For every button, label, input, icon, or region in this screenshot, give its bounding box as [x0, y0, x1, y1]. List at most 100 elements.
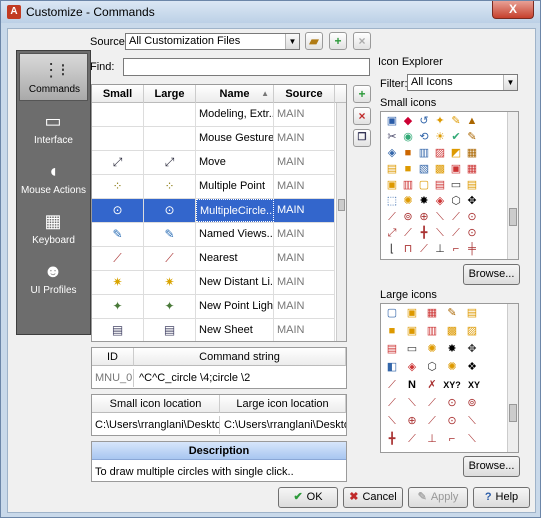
- icon-tile[interactable]: ■: [401, 146, 415, 160]
- icon-tile[interactable]: ⟋: [417, 242, 431, 256]
- table-row[interactable]: ⁘ ⁘ Multiple Point MAIN: [92, 175, 335, 199]
- icon-tile[interactable]: ☀: [433, 130, 447, 144]
- table-row[interactable]: ▤ ▤ New Sheet MAIN: [92, 319, 335, 341]
- icon-tile[interactable]: ▩: [433, 162, 447, 176]
- id-value[interactable]: MNU_0: [92, 369, 134, 387]
- large-icons-scrollbar[interactable]: [507, 304, 518, 452]
- icon-tile[interactable]: ◉: [401, 130, 415, 144]
- icon-tile[interactable]: ✦: [433, 114, 447, 128]
- chevron-down-icon[interactable]: ▼: [503, 75, 517, 90]
- icon-tile[interactable]: ⟍: [433, 210, 447, 224]
- scrollbar-thumb[interactable]: [509, 404, 517, 422]
- apply-button[interactable]: ✎ Apply: [408, 487, 468, 508]
- nav-item-commands[interactable]: ⋮⁝ Commands: [19, 53, 88, 101]
- icon-tile[interactable]: ▦: [465, 146, 479, 160]
- icon-tile[interactable]: ◩: [449, 146, 463, 160]
- icon-tile[interactable]: ▨: [433, 146, 447, 160]
- close-button[interactable]: X: [492, 1, 534, 19]
- icon-tile[interactable]: ✸: [445, 342, 459, 356]
- command-string-value[interactable]: ^C^C_circle \4;circle \2: [136, 369, 346, 387]
- icon-tile[interactable]: ▤: [465, 178, 479, 192]
- icon-tile[interactable]: ⟍: [465, 414, 479, 428]
- delete-command-button[interactable]: ×: [353, 107, 371, 125]
- icon-tile[interactable]: ⟋: [385, 396, 399, 410]
- open-file-button[interactable]: ▰: [305, 32, 323, 50]
- icon-tile[interactable]: ⟋: [405, 432, 419, 446]
- icon-tile[interactable]: ⊕: [405, 414, 419, 428]
- icon-tile[interactable]: ■: [401, 162, 415, 176]
- icon-tile[interactable]: ▥: [417, 146, 431, 160]
- icon-tile[interactable]: ⌊: [385, 242, 399, 256]
- large-icons-grid[interactable]: ▢ ▣ ▦ ✎ ▤ ■ ▣ ▥ ▩ ▨ ▤ ▭ ✺ ✸ ✥ ◧ ◈ ⬡ ✺ ❖ …: [380, 303, 519, 453]
- icon-tile[interactable]: ⊙: [465, 226, 479, 240]
- table-row-selected[interactable]: ⊙ ⊙ MultipleCircle... MAIN: [92, 199, 335, 223]
- description-value[interactable]: To draw multiple circles with single cli…: [92, 463, 346, 481]
- icon-tile[interactable]: N: [405, 378, 419, 392]
- icon-tile[interactable]: ▢: [417, 178, 431, 192]
- icon-tile[interactable]: ▤: [465, 306, 479, 320]
- icon-tile[interactable]: ⟍: [385, 414, 399, 428]
- icon-tile[interactable]: ⬡: [425, 360, 439, 374]
- ok-button[interactable]: ✔ OK: [278, 487, 338, 508]
- add-file-button[interactable]: +: [329, 32, 347, 50]
- chevron-down-icon[interactable]: ▼: [285, 34, 299, 49]
- small-icons-grid[interactable]: ▣ ◆ ↺ ✦ ✎ ▲ ✂ ◉ ⟲ ☀ ✔ ✎ ◈ ■ ▥ ▨ ◩ ▦ ▤ ■ …: [380, 111, 519, 260]
- icon-tile[interactable]: ▥: [425, 324, 439, 338]
- icon-tile[interactable]: ✥: [465, 194, 479, 208]
- icon-tile[interactable]: ▣: [405, 306, 419, 320]
- icon-tile[interactable]: ⊓: [401, 242, 415, 256]
- icon-tile[interactable]: ▨: [465, 324, 479, 338]
- icon-tile[interactable]: ⊙: [445, 396, 459, 410]
- icon-tile[interactable]: ▤: [385, 162, 399, 176]
- icon-tile[interactable]: ✗: [425, 378, 439, 392]
- icon-tile[interactable]: ▧: [417, 162, 431, 176]
- icon-tile[interactable]: ✎: [449, 114, 463, 128]
- table-row[interactable]: ✦ ✦ New Point Light MAIN: [92, 295, 335, 319]
- col-header-source[interactable]: Source: [274, 85, 335, 103]
- icon-tile[interactable]: ⤢: [385, 226, 399, 240]
- icon-tile[interactable]: ⟋: [385, 210, 399, 224]
- icon-tile[interactable]: ⟋: [401, 226, 415, 240]
- table-row[interactable]: Mouse Gestures MAIN: [92, 127, 335, 151]
- table-row[interactable]: ⤢ ⤢ Move MAIN: [92, 151, 335, 175]
- icon-tile[interactable]: ◈: [433, 194, 447, 208]
- icon-tile[interactable]: ▣: [449, 162, 463, 176]
- icon-tile[interactable]: ⊚: [401, 210, 415, 224]
- icon-tile[interactable]: ⟋: [425, 396, 439, 410]
- nav-item-mouse-actions[interactable]: ◖ Mouse Actions: [19, 155, 88, 203]
- table-row[interactable]: ✷ ✷ New Distant Li... MAIN: [92, 271, 335, 295]
- icon-tile[interactable]: ⌐: [449, 242, 463, 256]
- nav-item-keyboard[interactable]: ▦ Keyboard: [19, 205, 88, 253]
- icon-tile[interactable]: ⌐: [445, 432, 459, 446]
- xy-icon[interactable]: XY?: [443, 378, 461, 392]
- icon-tile[interactable]: ▤: [433, 178, 447, 192]
- icon-tile[interactable]: ⟍: [465, 432, 479, 446]
- icon-tile[interactable]: ⬡: [449, 194, 463, 208]
- icon-tile[interactable]: ■: [385, 324, 399, 338]
- icon-tile[interactable]: ⟋: [385, 378, 399, 392]
- icon-tile[interactable]: ▢: [385, 306, 399, 320]
- table-row[interactable]: ✎ ✎ Named Views... MAIN: [92, 223, 335, 247]
- icon-tile[interactable]: ✎: [465, 130, 479, 144]
- col-header-large[interactable]: Large: [144, 85, 196, 103]
- icon-tile[interactable]: ⊙: [465, 210, 479, 224]
- icon-tile[interactable]: ⟍: [433, 226, 447, 240]
- table-row[interactable]: ⟋ ⟋ Nearest MAIN: [92, 247, 335, 271]
- icon-tile[interactable]: ⟲: [417, 130, 431, 144]
- icon-tile[interactable]: ✺: [401, 194, 415, 208]
- nav-item-interface[interactable]: ▭ Interface: [19, 105, 88, 153]
- icon-tile[interactable]: ▥: [401, 178, 415, 192]
- icon-tile[interactable]: ◆: [401, 114, 415, 128]
- icon-tile[interactable]: ▣: [385, 114, 399, 128]
- icon-tile[interactable]: ⟍: [405, 396, 419, 410]
- col-header-small[interactable]: Small: [92, 85, 144, 103]
- col-header-name[interactable]: Name ▲: [196, 85, 274, 103]
- icon-tile[interactable]: ⊥: [433, 242, 447, 256]
- icon-tile[interactable]: ⟋: [449, 210, 463, 224]
- small-icon-location-value[interactable]: C:\Users\rranglani\Deskto...: [92, 416, 220, 434]
- icon-tile[interactable]: ◈: [405, 360, 419, 374]
- icon-tile[interactable]: ❖: [465, 360, 479, 374]
- xy-icon[interactable]: XY: [465, 378, 483, 392]
- icon-tile[interactable]: ╋: [417, 226, 431, 240]
- icon-tile[interactable]: ╪: [465, 242, 479, 256]
